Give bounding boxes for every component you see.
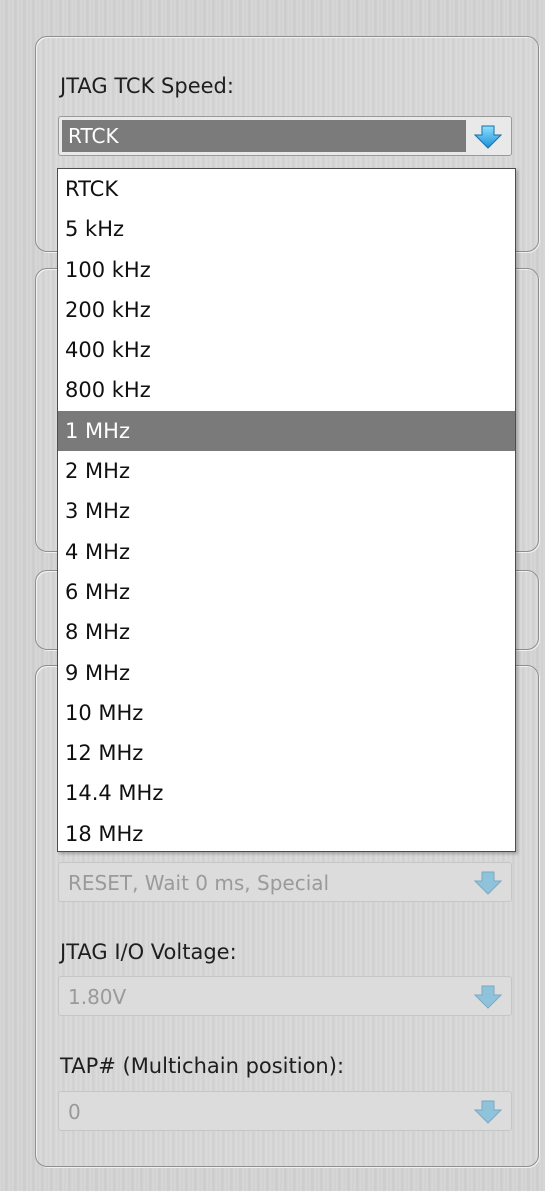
- tap-position-label: TAP# (Multichain position):: [60, 1054, 345, 1078]
- jtag-io-voltage-label: JTAG I/O Voltage:: [60, 940, 237, 964]
- dropdown-option[interactable]: 18 MHz: [58, 814, 515, 854]
- dropdown-option[interactable]: 100 kHz: [58, 250, 515, 290]
- reset-mode-select[interactable]: RESET, Wait 0 ms, Special: [58, 862, 512, 902]
- jtag-io-voltage-select[interactable]: 1.80V: [58, 976, 512, 1016]
- jtag-tck-speed-label: JTAG TCK Speed:: [60, 74, 234, 98]
- chevron-down-icon[interactable]: [474, 125, 502, 149]
- dropdown-option[interactable]: 5 kHz: [58, 209, 515, 249]
- dropdown-option[interactable]: 2 MHz: [58, 451, 515, 491]
- dropdown-option[interactable]: 12 MHz: [58, 733, 515, 773]
- dropdown-option-highlighted[interactable]: 1 MHz: [58, 410, 515, 452]
- dropdown-option[interactable]: 6 MHz: [58, 572, 515, 612]
- chevron-down-icon[interactable]: [474, 985, 502, 1009]
- selected-value-highlight: [62, 120, 466, 152]
- jtag-tck-speed-value: RTCK: [68, 124, 119, 148]
- dropdown-option[interactable]: 8 MHz: [58, 612, 515, 652]
- jtag-tck-speed-select[interactable]: RTCK: [58, 116, 512, 156]
- dropdown-option[interactable]: 400 kHz: [58, 330, 515, 370]
- tap-position-value: 0: [68, 1100, 81, 1124]
- dropdown-option[interactable]: 9 MHz: [58, 653, 515, 693]
- jtag-tck-speed-dropdown: RTCK 5 kHz 100 kHz 200 kHz 400 kHz 800 k…: [57, 168, 516, 852]
- chevron-down-icon[interactable]: [474, 871, 502, 895]
- dropdown-option[interactable]: 3 MHz: [58, 491, 515, 531]
- dropdown-option[interactable]: 14.4 MHz: [58, 773, 515, 813]
- dropdown-option[interactable]: 10 MHz: [58, 693, 515, 733]
- dropdown-option[interactable]: RTCK: [58, 169, 515, 209]
- dropdown-option[interactable]: 800 kHz: [58, 370, 515, 410]
- dropdown-option[interactable]: 200 kHz: [58, 290, 515, 330]
- reset-mode-value: RESET, Wait 0 ms, Special: [68, 871, 330, 895]
- tap-position-select[interactable]: 0: [58, 1091, 512, 1131]
- jtag-io-voltage-value: 1.80V: [68, 985, 127, 1009]
- chevron-down-icon[interactable]: [474, 1100, 502, 1124]
- dropdown-option[interactable]: 4 MHz: [58, 532, 515, 572]
